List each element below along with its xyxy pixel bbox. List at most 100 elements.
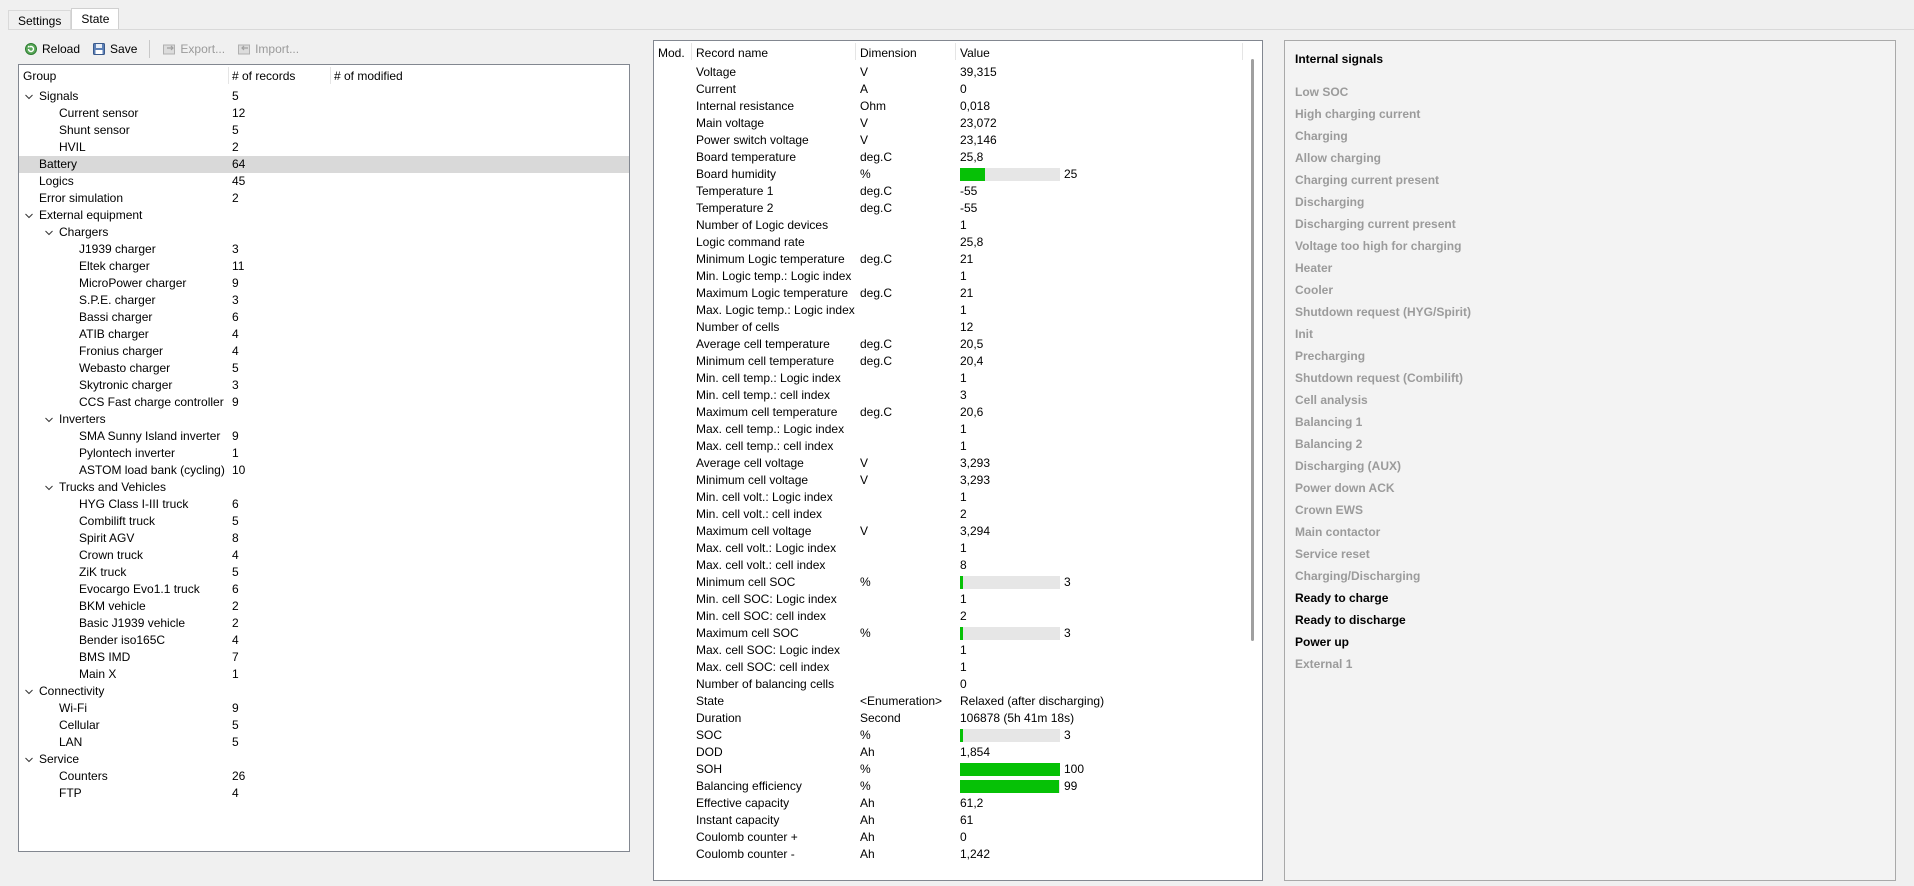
tree-row[interactable]: HVIL 2 — [19, 139, 629, 156]
record-row[interactable]: Max. cell volt.: Logic index 1 — [654, 540, 1254, 557]
record-row[interactable]: Voltage V 39,315 — [654, 64, 1254, 81]
tree-row[interactable]: Evocargo Evo1.1 truck 6 — [19, 581, 629, 598]
record-row[interactable]: Max. cell temp.: cell index 1 — [654, 438, 1254, 455]
tree-row[interactable]: Eltek charger 11 — [19, 258, 629, 275]
record-row[interactable]: Average cell voltage V 3,293 — [654, 455, 1254, 472]
chevron-down-icon[interactable] — [25, 688, 33, 696]
record-row[interactable]: Current A 0 — [654, 81, 1254, 98]
record-row[interactable]: Coulomb counter + Ah 0 — [654, 829, 1254, 846]
header-dimension[interactable]: Dimension — [860, 46, 917, 60]
record-row[interactable]: Max. Logic temp.: Logic index 1 — [654, 302, 1254, 319]
record-row[interactable]: Minimum Logic temperature deg.C 21 — [654, 251, 1254, 268]
record-row[interactable]: Temperature 2 deg.C -55 — [654, 200, 1254, 217]
record-row[interactable]: DOD Ah 1,854 — [654, 744, 1254, 761]
record-row[interactable]: Internal resistance Ohm 0,018 — [654, 98, 1254, 115]
tree-row[interactable]: BKM vehicle 2 — [19, 598, 629, 615]
record-row[interactable]: Min. cell temp.: Logic index 1 — [654, 370, 1254, 387]
record-row[interactable]: Number of Logic devices 1 — [654, 217, 1254, 234]
record-row[interactable]: Board humidity% 25 — [654, 166, 1254, 183]
header-divider[interactable] — [228, 67, 229, 84]
record-row[interactable]: Power switch voltage V 23,146 — [654, 132, 1254, 149]
chevron-down-icon[interactable] — [25, 93, 33, 101]
tree-row[interactable]: ASTOM load bank (cycling) 10 — [19, 462, 629, 479]
tree-row[interactable]: Main X 1 — [19, 666, 629, 683]
tree-row[interactable]: Connectivity — [19, 683, 629, 700]
record-row[interactable]: Maximum cell temperature deg.C 20,6 — [654, 404, 1254, 421]
record-row[interactable]: Minimum cell voltage V 3,293 — [654, 472, 1254, 489]
record-row[interactable]: Logic command rate 25,8 — [654, 234, 1254, 251]
record-row[interactable]: Min. cell temp.: cell index 3 — [654, 387, 1254, 404]
chevron-down-icon[interactable] — [45, 229, 53, 237]
tree-row[interactable]: ATIB charger 4 — [19, 326, 629, 343]
tree-row[interactable]: Chargers — [19, 224, 629, 241]
tree-row[interactable]: Inverters — [19, 411, 629, 428]
header-divider[interactable] — [691, 43, 692, 60]
record-row[interactable]: Duration Second 106878 (5h 41m 18s) — [654, 710, 1254, 727]
record-row[interactable]: Balancing efficiency% 99 — [654, 778, 1254, 795]
tree-row[interactable]: Shunt sensor 5 — [19, 122, 629, 139]
tree-row[interactable]: MicroPower charger 9 — [19, 275, 629, 292]
record-row[interactable]: Maximum cell voltage V 3,294 — [654, 523, 1254, 540]
record-row[interactable]: Max. cell SOC: Logic index 1 — [654, 642, 1254, 659]
chevron-down-icon[interactable] — [45, 416, 53, 424]
records-grid[interactable]: Mod. Record name Dimension Value Voltage… — [653, 40, 1263, 881]
export-button[interactable]: Export... — [156, 40, 231, 58]
record-row[interactable]: Maximum cell SOC% 3 — [654, 625, 1254, 642]
header-divider[interactable] — [855, 43, 856, 60]
tree-row[interactable]: Basic J1939 vehicle 2 — [19, 615, 629, 632]
tree-row[interactable]: Wi-Fi 9 — [19, 700, 629, 717]
header-records[interactable]: # of records — [232, 69, 295, 83]
record-row[interactable]: SOH% 100 — [654, 761, 1254, 778]
tree-row[interactable]: Skytronic charger 3 — [19, 377, 629, 394]
record-row[interactable]: Max. cell SOC: cell index 1 — [654, 659, 1254, 676]
chevron-down-icon[interactable] — [45, 484, 53, 492]
record-row[interactable]: Minimum cell temperature deg.C 20,4 — [654, 353, 1254, 370]
record-row[interactable]: Instant capacity Ah 61 — [654, 812, 1254, 829]
tree-row[interactable]: ZiK truck 5 — [19, 564, 629, 581]
tree-row[interactable]: Error simulation 2 — [19, 190, 629, 207]
tree-row[interactable]: Signals 5 — [19, 88, 629, 105]
header-divider[interactable] — [1242, 43, 1243, 60]
header-group[interactable]: Group — [23, 69, 56, 83]
record-row[interactable]: Main voltage V 23,072 — [654, 115, 1254, 132]
group-tree[interactable]: Group # of records # of modified Signals… — [18, 64, 630, 852]
tree-row[interactable]: CCS Fast charge controller 9 — [19, 394, 629, 411]
header-value[interactable]: Value — [960, 46, 990, 60]
reload-button[interactable]: Reload — [18, 40, 86, 58]
tree-row[interactable]: Bassi charger 6 — [19, 309, 629, 326]
record-row[interactable]: Min. cell volt.: cell index 2 — [654, 506, 1254, 523]
record-row[interactable]: State <Enumeration> Relaxed (after dischar… — [654, 693, 1254, 710]
record-row[interactable]: Board temperature deg.C 25,8 — [654, 149, 1254, 166]
header-divider[interactable] — [330, 67, 331, 84]
tree-row[interactable]: Bender iso165C 4 — [19, 632, 629, 649]
record-row[interactable]: Min. Logic temp.: Logic index 1 — [654, 268, 1254, 285]
record-row[interactable]: Effective capacity Ah 61,2 — [654, 795, 1254, 812]
tree-row[interactable]: Crown truck 4 — [19, 547, 629, 564]
scrollbar-thumb[interactable] — [1251, 59, 1254, 641]
tree-row[interactable]: LAN 5 — [19, 734, 629, 751]
tree-row[interactable]: Battery 64 — [19, 156, 629, 173]
header-divider[interactable] — [955, 43, 956, 60]
tree-row[interactable]: Logics 45 — [19, 173, 629, 190]
tree-row[interactable]: Current sensor 12 — [19, 105, 629, 122]
tree-row[interactable]: Service — [19, 751, 629, 768]
header-record-name[interactable]: Record name — [696, 46, 768, 60]
tree-row[interactable]: Fronius charger 4 — [19, 343, 629, 360]
tab-state[interactable]: State — [71, 8, 120, 30]
tree-row[interactable]: External equipment — [19, 207, 629, 224]
tree-row[interactable]: SMA Sunny Island inverter 9 — [19, 428, 629, 445]
tree-row[interactable]: Counters 26 — [19, 768, 629, 785]
vertical-scrollbar[interactable] — [1245, 41, 1262, 880]
save-button[interactable]: Save — [86, 40, 143, 58]
chevron-down-icon[interactable] — [25, 212, 33, 220]
record-row[interactable]: Maximum Logic temperature deg.C 21 — [654, 285, 1254, 302]
tree-row[interactable]: S.P.E. charger 3 — [19, 292, 629, 309]
record-row[interactable]: Number of balancing cells 0 — [654, 676, 1254, 693]
tree-row[interactable]: Webasto charger 5 — [19, 360, 629, 377]
record-row[interactable]: Minimum cell SOC% 3 — [654, 574, 1254, 591]
header-modified[interactable]: # of modified — [334, 69, 403, 83]
tree-row[interactable]: FTP 4 — [19, 785, 629, 802]
tree-row[interactable]: Cellular 5 — [19, 717, 629, 734]
tree-row[interactable]: HYG Class I-III truck 6 — [19, 496, 629, 513]
record-row[interactable]: SOC% 3 — [654, 727, 1254, 744]
